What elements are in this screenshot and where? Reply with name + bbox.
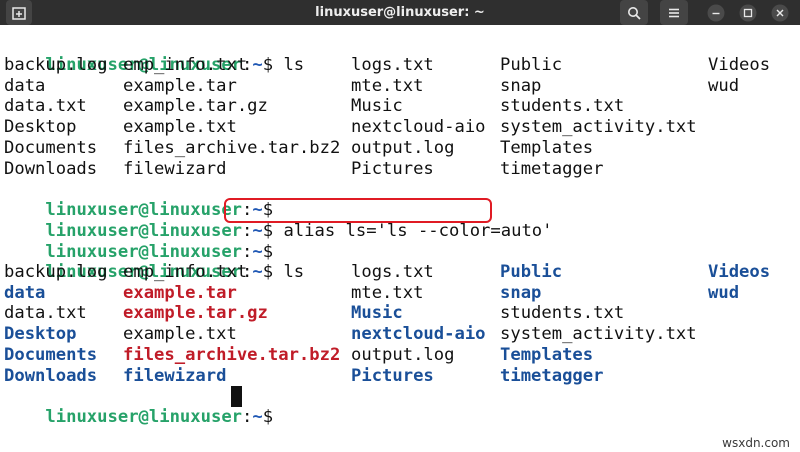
command-text: ls	[273, 55, 305, 75]
file-entry: Desktop	[4, 117, 77, 138]
file-entry: timetagger	[500, 158, 604, 179]
directory-entry: Public	[500, 262, 563, 282]
file-entry: logs.txt	[351, 262, 434, 282]
prompt-dollar: $	[262, 55, 274, 75]
file-entry: files_archive.tar.bz2	[123, 137, 341, 158]
prompt-colon: :	[242, 407, 253, 427]
archive-entry: example.tar.gz	[123, 303, 268, 324]
file-entry: output.log	[351, 344, 455, 365]
new-tab-button[interactable]	[6, 0, 32, 25]
file-entry: mte.txt	[351, 282, 424, 303]
search-button[interactable]	[620, 0, 648, 25]
prompt-dollar: $	[262, 407, 274, 427]
file-entry: Music	[351, 96, 403, 117]
watermark: wsxdn.com	[722, 436, 790, 450]
file-entry: data	[4, 75, 46, 96]
archive-entry: files_archive.tar.bz2	[123, 344, 341, 365]
prompt-line-empty: linuxuser@linuxuser:~$	[4, 221, 273, 262]
command-text: ls	[273, 262, 305, 282]
alias-highlight-box	[224, 198, 492, 223]
file-entry: data.txt	[4, 96, 87, 117]
text-cursor	[231, 386, 242, 407]
prompt-path: ~	[252, 55, 263, 75]
directory-entry: Videos	[708, 262, 771, 282]
directory-entry: Documents	[4, 344, 98, 365]
file-entry: mte.txt	[351, 75, 424, 96]
minimize-icon	[707, 4, 725, 21]
file-entry: system_activity.txt	[500, 324, 697, 345]
file-entry: example.txt	[123, 324, 237, 345]
file-entry: backup.log	[4, 262, 108, 282]
maximize-button[interactable]	[738, 0, 758, 25]
file-entry: example.txt	[123, 117, 237, 138]
file-entry: Pictures	[351, 158, 434, 179]
directory-entry: snap	[500, 282, 542, 303]
alias-command-text: alias ls='ls --color=auto'	[273, 221, 553, 241]
file-entry: filewizard	[123, 158, 227, 179]
minimize-button[interactable]	[706, 0, 726, 25]
file-entry: logs.txt	[351, 55, 434, 75]
close-button[interactable]	[770, 0, 790, 25]
close-icon	[771, 4, 789, 21]
directory-entry: Music	[351, 303, 403, 324]
directory-entry: timetagger	[500, 365, 604, 386]
title-bar: linuxuser@linuxuser: ~	[0, 0, 800, 25]
file-entry: output.log	[351, 137, 455, 158]
file-entry: Documents	[4, 137, 98, 158]
directory-entry: nextcloud-aio	[351, 324, 486, 345]
file-entry: example.tar.gz	[123, 96, 268, 117]
new-tab-icon	[12, 6, 26, 20]
prompt-path: ~	[252, 407, 263, 427]
file-entry: data.txt	[4, 303, 87, 324]
hamburger-menu-icon	[669, 8, 679, 17]
terminal-window: linuxuser@linuxuser: ~ linuxuser@linuxus…	[0, 0, 800, 452]
file-entry: emp_info.txt	[123, 262, 248, 282]
file-entry: Public	[500, 55, 563, 75]
prompt-line-empty: linuxuser@linuxuser:~$	[4, 179, 273, 220]
directory-entry: Pictures	[351, 365, 434, 386]
directory-entry: filewizard	[123, 365, 227, 386]
file-entry: system_activity.txt	[500, 117, 697, 138]
directory-entry: data	[4, 282, 46, 303]
prompt-line-ls-colored: linuxuser@linuxuser:~$ ls	[4, 241, 304, 282]
file-entry: Downloads	[4, 158, 98, 179]
file-entry: example.tar	[123, 75, 237, 96]
file-entry: students.txt	[500, 96, 625, 117]
file-entry: backup.log	[4, 55, 108, 75]
file-entry: students.txt	[500, 303, 625, 324]
prompt-path: ~	[252, 262, 263, 282]
file-entry: Templates	[500, 137, 594, 158]
file-entry: Videos	[708, 55, 771, 75]
directory-entry: Downloads	[4, 365, 98, 386]
maximize-icon	[739, 4, 757, 21]
prompt-line-ls: linuxuser@linuxuser:~$ ls	[4, 34, 304, 75]
file-entry: snap	[500, 75, 542, 96]
directory-entry: Desktop	[4, 324, 77, 345]
directory-entry: Templates	[500, 344, 594, 365]
prompt-dollar: $	[262, 262, 274, 282]
archive-entry: example.tar	[123, 282, 237, 303]
file-entry: nextcloud-aio	[351, 117, 486, 138]
prompt-user: linuxuser@linuxuser	[45, 407, 243, 427]
menu-button[interactable]	[660, 0, 688, 25]
search-icon	[628, 6, 641, 20]
file-entry: emp_info.txt	[123, 55, 248, 75]
file-entry: wud	[708, 75, 740, 96]
directory-entry: wud	[708, 282, 740, 303]
